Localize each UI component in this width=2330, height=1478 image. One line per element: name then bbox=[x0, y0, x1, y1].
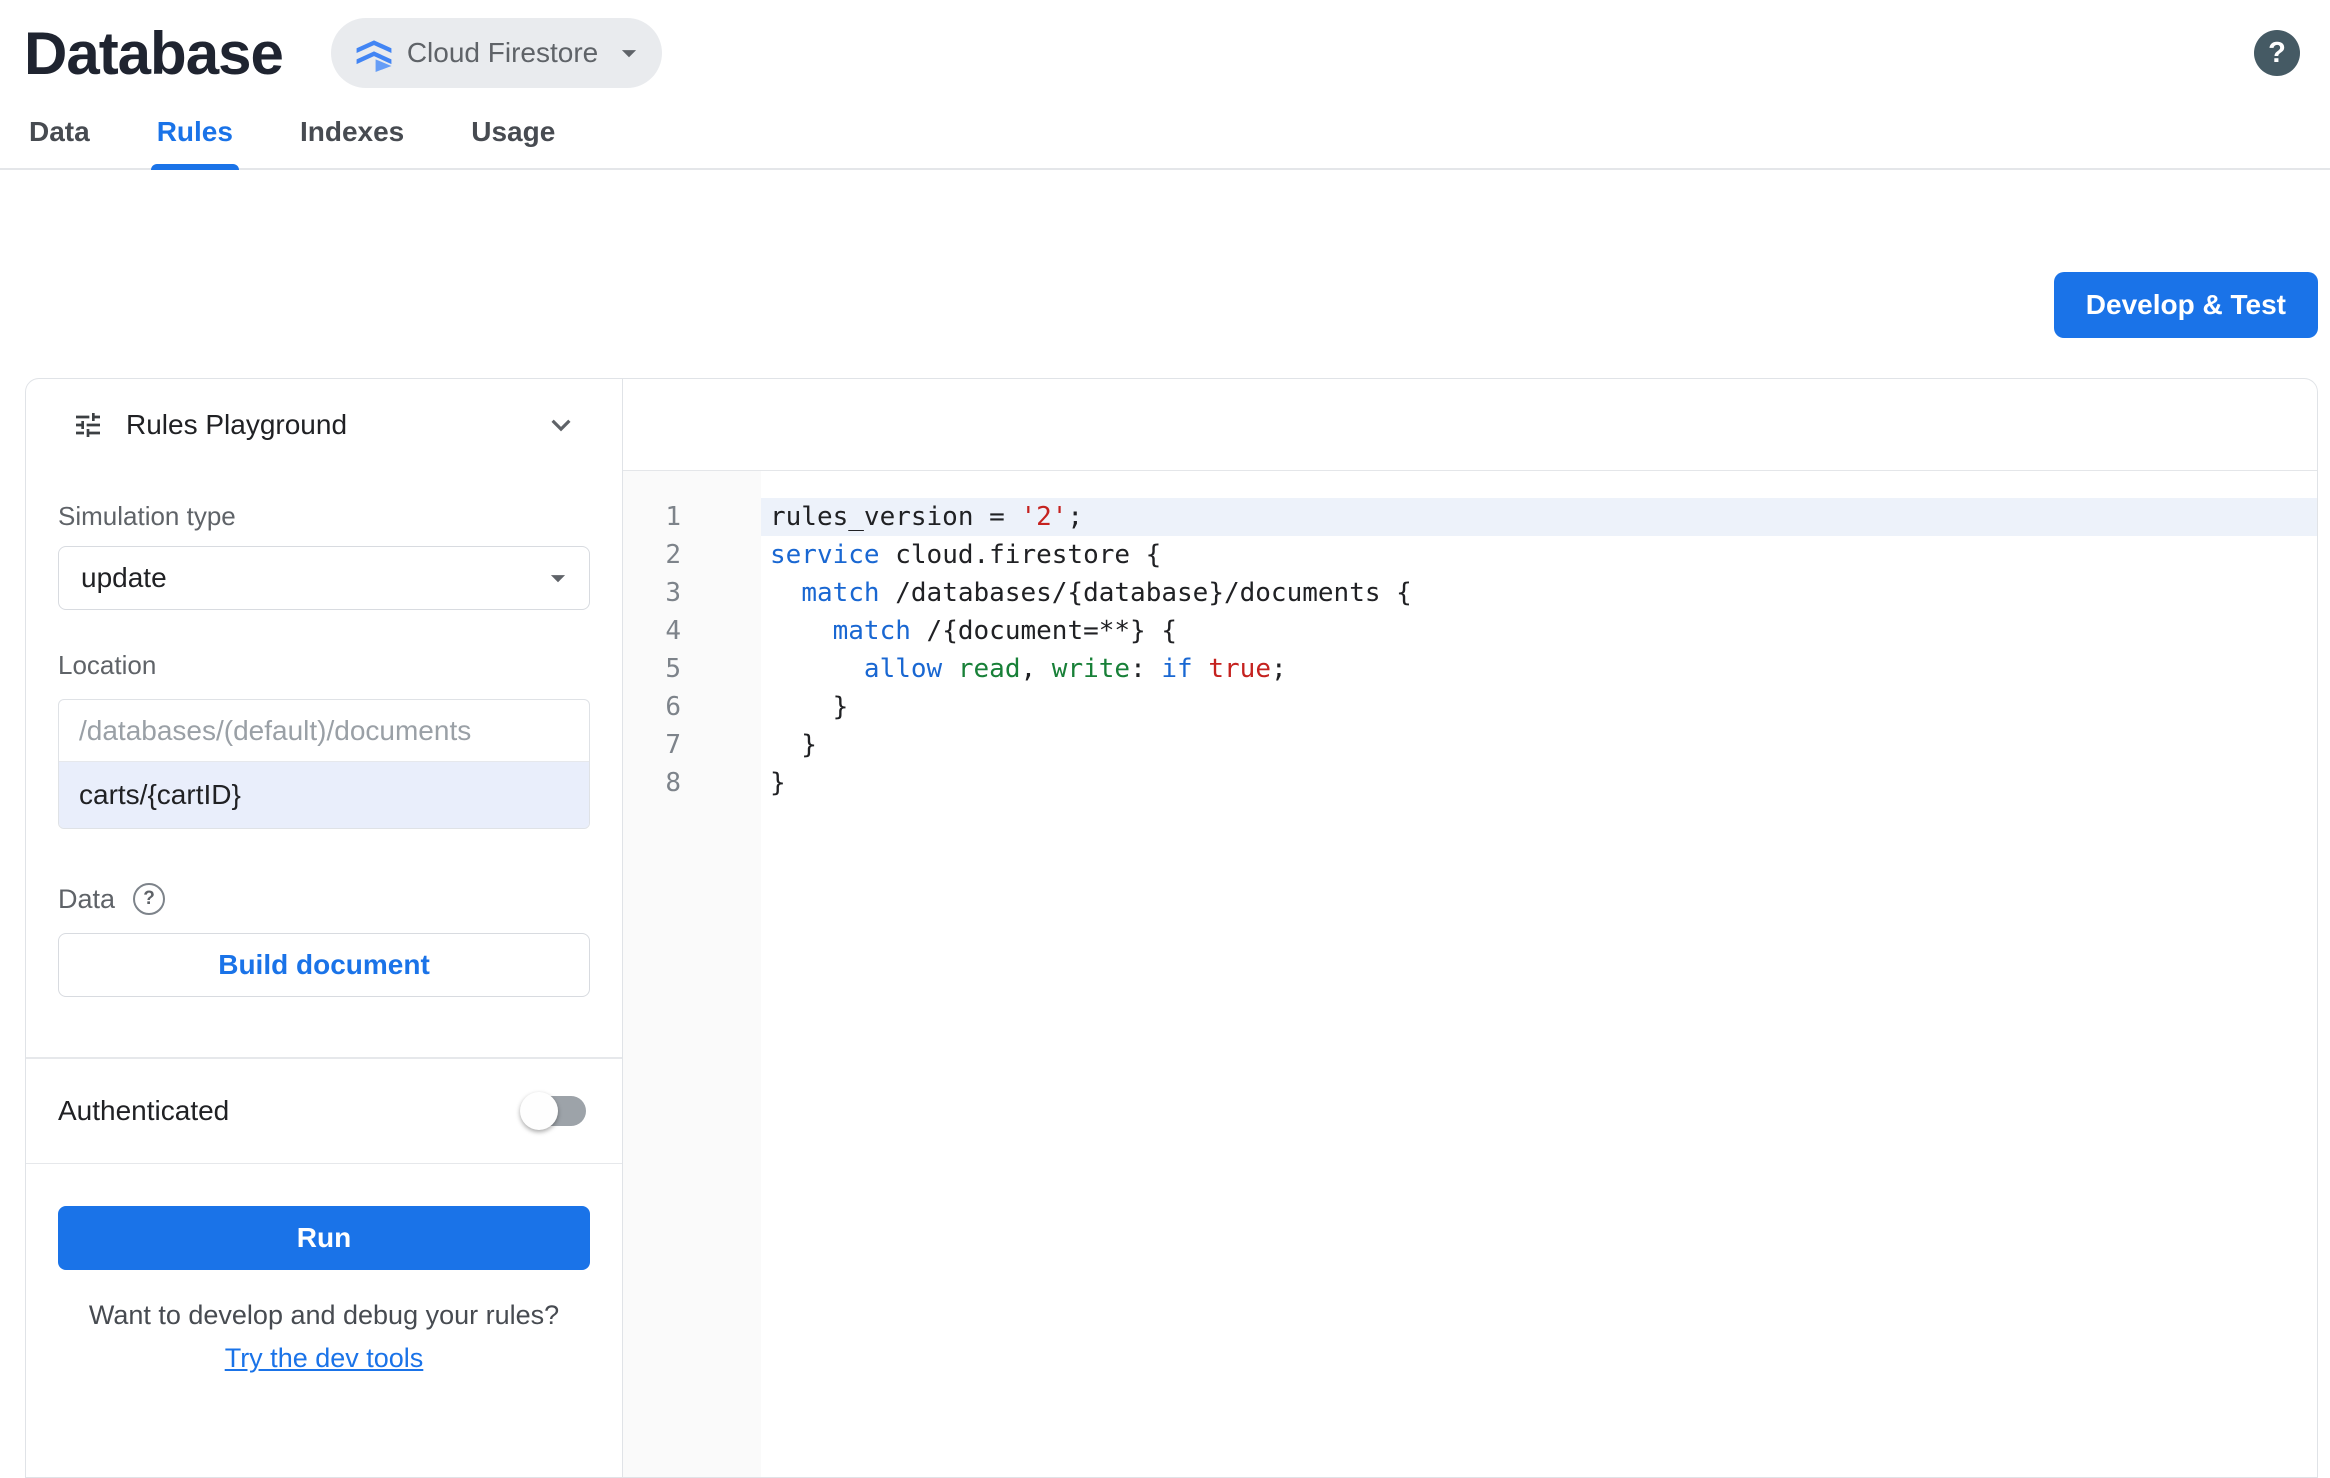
tab-usage-label: Usage bbox=[471, 116, 556, 147]
product-selector[interactable]: Cloud Firestore bbox=[330, 18, 663, 88]
tab-data[interactable]: Data bbox=[27, 106, 92, 168]
code-text: } bbox=[770, 768, 786, 798]
tab-data-label: Data bbox=[29, 116, 90, 147]
tab-rules[interactable]: Rules bbox=[150, 106, 240, 170]
code-text: } bbox=[770, 730, 817, 760]
build-document-button[interactable]: Build document bbox=[58, 933, 590, 997]
code-text: allow read, write: if true; bbox=[863, 654, 1287, 684]
line-number: 6 bbox=[665, 692, 681, 722]
line-number: 2 bbox=[665, 540, 681, 570]
playground-header: Rules Playground bbox=[26, 379, 622, 471]
line-number: 1 bbox=[665, 502, 681, 532]
code-text: service cloud.firestore { bbox=[770, 540, 1162, 570]
line-number: 5 bbox=[665, 654, 681, 684]
chevron-down-icon bbox=[541, 561, 575, 595]
code-text: rules_version = '2'; bbox=[761, 498, 2317, 536]
develop-test-button[interactable]: Develop & Test bbox=[2053, 272, 2318, 338]
code-lines[interactable]: 1 rules_version = '2'; 2 service cloud.fire… bbox=[623, 471, 2317, 1477]
help-icon: ? bbox=[2268, 36, 2286, 69]
location-prefix-input[interactable]: /databases/(default)/documents bbox=[59, 700, 589, 762]
playground-footer-question: Want to develop and debug your rules? bbox=[88, 1300, 560, 1330]
location-field-group: /databases/(default)/documents carts/{ca… bbox=[58, 699, 590, 829]
line-number: 3 bbox=[665, 578, 681, 608]
code-line[interactable]: 4 match /{document=**} { bbox=[623, 612, 2317, 650]
simulation-type-value: update bbox=[81, 562, 167, 593]
tune-icon bbox=[72, 409, 104, 441]
line-number: 7 bbox=[665, 730, 681, 760]
help-button[interactable]: ? bbox=[2254, 30, 2300, 76]
authenticated-label: Authenticated bbox=[58, 1094, 230, 1126]
code-line[interactable]: 1 rules_version = '2'; bbox=[623, 498, 2317, 536]
tab-bar: Data Rules Indexes Usage bbox=[0, 106, 2330, 170]
firestore-icon bbox=[355, 34, 393, 72]
dev-tools-link[interactable]: Try the dev tools bbox=[225, 1343, 424, 1374]
actions-row: Develop & Test bbox=[0, 170, 2330, 338]
authenticated-toggle[interactable] bbox=[520, 1091, 586, 1130]
tab-rules-label: Rules bbox=[156, 116, 233, 147]
data-help-icon[interactable]: ? bbox=[133, 883, 166, 915]
divider bbox=[26, 1162, 622, 1164]
collapse-chevron-icon[interactable] bbox=[542, 406, 580, 444]
run-button[interactable]: Run bbox=[58, 1206, 590, 1270]
authenticated-row: Authenticated bbox=[58, 1059, 590, 1163]
playground-footer-link-wrap: Try the dev tools bbox=[58, 1331, 590, 1374]
line-number: 4 bbox=[665, 616, 681, 646]
product-selector-label: Cloud Firestore bbox=[406, 37, 599, 68]
code-text: match /{document=**} { bbox=[832, 616, 1178, 646]
editor-toolbar bbox=[623, 379, 2317, 471]
code-line[interactable]: 8} bbox=[623, 764, 2317, 802]
page-header: Database Cloud Firestore ? bbox=[0, 0, 2330, 92]
simulation-type-select[interactable]: update bbox=[58, 546, 590, 610]
code-text: match /databases/{database}/documents { bbox=[801, 578, 1412, 608]
location-path-input[interactable]: carts/{cartID} bbox=[59, 762, 589, 828]
location-label: Location bbox=[58, 650, 157, 680]
toggle-knob bbox=[520, 1091, 558, 1130]
rules-playground-panel: Rules Playground Simulation type update … bbox=[26, 379, 623, 1477]
code-line[interactable]: 5 allow read, write: if true; bbox=[623, 650, 2317, 688]
code-line[interactable]: 7 } bbox=[623, 726, 2317, 764]
playground-title: Rules Playground bbox=[126, 409, 348, 440]
data-section-row: Data ? bbox=[58, 883, 590, 915]
code-line[interactable]: 6 } bbox=[623, 688, 2317, 726]
data-label: Data bbox=[58, 883, 116, 914]
rules-card: Rules Playground Simulation type update … bbox=[25, 378, 2318, 1478]
playground-body: Simulation type update Location /databas… bbox=[26, 471, 622, 1477]
line-number: 8 bbox=[665, 768, 681, 798]
tab-usage[interactable]: Usage bbox=[469, 106, 557, 168]
code-text: } bbox=[770, 692, 849, 722]
tab-indexes[interactable]: Indexes bbox=[298, 106, 406, 168]
simulation-type-label: Simulation type bbox=[58, 501, 236, 531]
chevron-down-icon bbox=[612, 36, 646, 70]
code-line[interactable]: 2 service cloud.firestore { bbox=[623, 536, 2317, 574]
code-line[interactable]: 3 match /databases/{database}/documents … bbox=[623, 574, 2317, 612]
rules-editor: 1 rules_version = '2'; 2 service cloud.fire… bbox=[623, 379, 2317, 1477]
tab-indexes-label: Indexes bbox=[299, 116, 405, 147]
page-title: Database bbox=[24, 19, 284, 87]
